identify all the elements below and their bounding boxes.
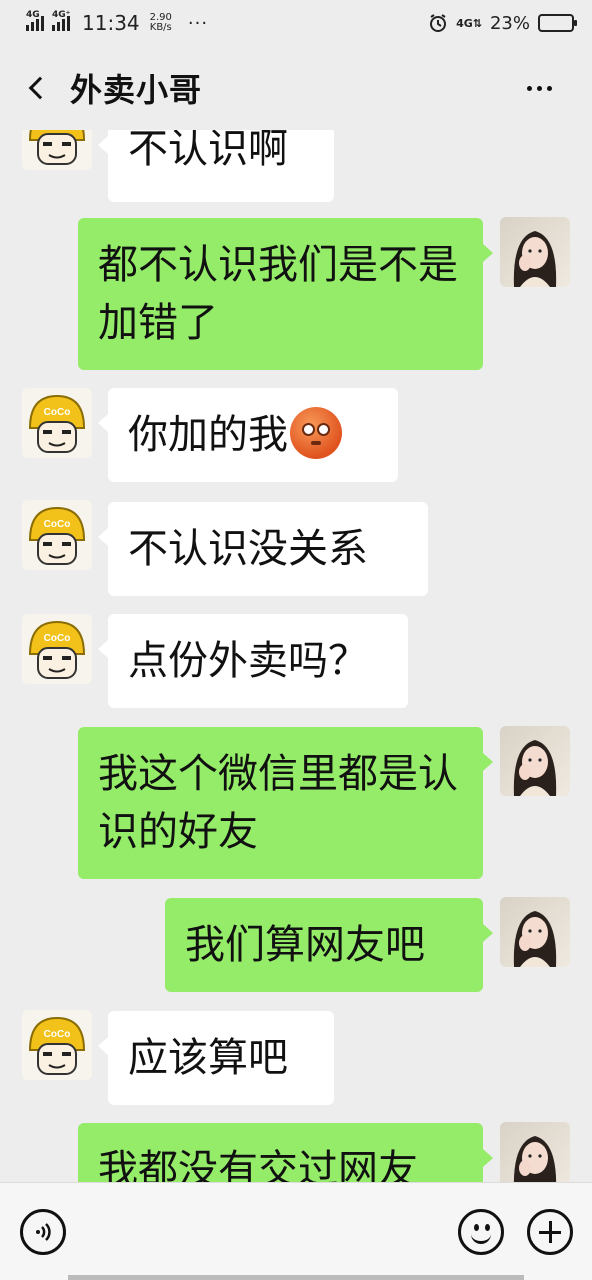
voice-icon [36,1223,51,1241]
dot [547,85,552,91]
emoji-icon-eye [485,1224,490,1231]
nav-gesture-bar [68,1275,524,1280]
signal-icon-2: 4G⁺ [52,10,70,31]
message-bubble-incoming[interactable]: 点份外卖吗？ [98,614,408,708]
message-list[interactable]: CoCo 不认识啊 都不认识我们是不是加错了 CoCo 你加的我 CoCo 不认… [0,130,592,1182]
dot [527,85,532,91]
flushed-face-emoji [290,407,342,459]
avatar-self[interactable] [500,1122,570,1182]
clock: 11:34 [82,11,140,35]
battery-percent: 23% [489,12,530,34]
message-text: 都不认识我们是不是加错了 [98,242,458,346]
emoji-icon [474,1224,479,1231]
avatar-courier[interactable]: CoCo [22,614,92,684]
message-text: 不认识啊 [128,130,288,172]
plus-button[interactable] [527,1209,573,1255]
chevron-left-icon [28,76,52,100]
message-text: 我们算网友吧 [185,922,425,968]
emoji-icon-mouth [471,1234,491,1244]
message-bubble-outgoing[interactable]: 我都没有交过网友 [78,1123,493,1182]
more-button[interactable] [527,85,568,91]
notification-dots: ··· [187,12,209,34]
avatar-courier[interactable]: CoCo [22,1010,92,1080]
emoji-button[interactable] [458,1209,504,1255]
dot [537,85,542,91]
avatar-self[interactable] [500,726,570,796]
avatar-courier[interactable]: CoCo [22,130,92,170]
avatar-courier[interactable]: CoCo [22,500,92,570]
back-button[interactable] [24,68,54,108]
message-bubble-incoming[interactable]: 不认识没关系 [98,502,428,596]
message-bubble-outgoing[interactable]: 我们算网友吧 [165,898,493,992]
message-text: 我都没有交过网友 [98,1147,418,1182]
chat-title: 外卖小哥 [70,71,203,109]
svg-text:CoCo: CoCo [44,633,71,644]
network-4g-icon: 4G⇅ [456,16,482,30]
message-text: 点份外卖吗？ [128,638,368,684]
chat-header: 外卖小哥 [0,46,592,130]
message-text: 不认识没关系 [128,526,368,572]
signal-icon: 4G [26,10,44,31]
svg-text:CoCo: CoCo [44,407,71,418]
svg-text:CoCo: CoCo [44,1029,71,1040]
alarm-icon [430,14,447,32]
message-bubble-incoming[interactable]: 你加的我 [98,388,398,482]
message-text: 你加的我 [128,412,288,458]
message-bubble-outgoing[interactable]: 我这个微信里都是认识的好友 [78,727,493,879]
message-bubble-incoming[interactable]: 不认识啊 [98,130,334,202]
avatar-courier[interactable]: CoCo [22,388,92,458]
network-speed: 2.90 KB/s [149,12,172,33]
avatar-self[interactable] [500,897,570,967]
message-text: 应该算吧 [128,1035,288,1081]
message-bubble-incoming[interactable]: 应该算吧 [98,1011,334,1105]
battery-icon [538,14,577,32]
input-bar [0,1182,592,1280]
voice-button[interactable] [20,1209,66,1255]
svg-text:CoCo: CoCo [44,519,71,530]
message-bubble-outgoing[interactable]: 都不认识我们是不是加错了 [78,218,493,370]
avatar-self[interactable] [500,217,570,287]
status-bar: 4G 4G⁺ 11:34 2.90 KB/s ··· 4G⇅ 23% [0,0,592,46]
message-text: 我这个微信里都是认识的好友 [98,751,458,855]
